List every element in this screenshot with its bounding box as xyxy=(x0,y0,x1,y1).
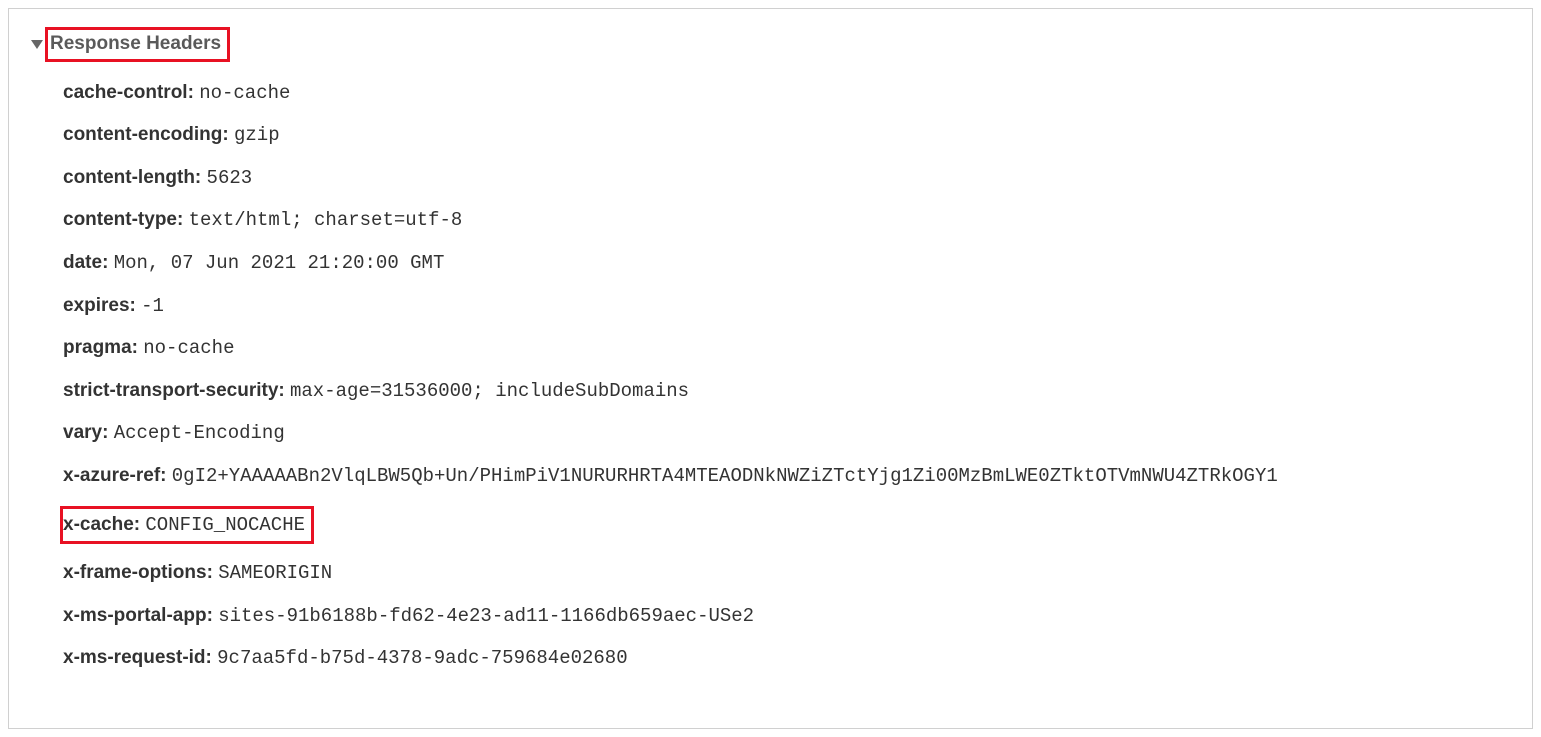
header-value: CONFIG_NOCACHE xyxy=(145,514,305,536)
header-row: x-ms-request-id: 9c7aa5fd-b75d-4378-9adc… xyxy=(63,645,1510,672)
header-name: x-cache: xyxy=(63,514,140,535)
header-row: x-cache: CONFIG_NOCACHE xyxy=(63,506,1510,545)
header-name: content-type: xyxy=(63,209,183,230)
header-row: x-azure-ref: 0gI2+YAAAAABn2VlqLBW5Qb+Un/… xyxy=(63,463,1510,490)
header-row: strict-transport-security: max-age=31536… xyxy=(63,378,1510,405)
response-headers-toggle[interactable]: Response Headers xyxy=(31,27,230,62)
header-value: no-cache xyxy=(143,337,234,359)
header-name: x-azure-ref: xyxy=(63,465,166,486)
header-row: x-frame-options: SAMEORIGIN xyxy=(63,560,1510,587)
header-row: cache-control: no-cache xyxy=(63,80,1510,107)
triangle-down-icon xyxy=(31,40,43,49)
header-value: 5623 xyxy=(207,167,253,189)
header-row: date: Mon, 07 Jun 2021 21:20:00 GMT xyxy=(63,250,1510,277)
header-name: content-length: xyxy=(63,167,201,188)
header-value: sites-91b6188b-fd62-4e23-ad11-1166db659a… xyxy=(218,605,754,627)
header-row: x-ms-portal-app: sites-91b6188b-fd62-4e2… xyxy=(63,603,1510,630)
header-name: x-frame-options: xyxy=(63,562,213,583)
header-value: max-age=31536000; includeSubDomains xyxy=(290,380,689,402)
header-row: content-type: text/html; charset=utf-8 xyxy=(63,207,1510,234)
highlight-box: x-cache: CONFIG_NOCACHE xyxy=(60,506,314,545)
header-row: content-length: 5623 xyxy=(63,165,1510,192)
header-row: pragma: no-cache xyxy=(63,335,1510,362)
header-value: 9c7aa5fd-b75d-4378-9adc-759684e02680 xyxy=(217,647,627,669)
header-name: vary: xyxy=(63,422,108,443)
response-headers-panel: Response Headers cache-control: no-cache… xyxy=(8,8,1533,729)
header-row: content-encoding: gzip xyxy=(63,122,1510,149)
header-name: strict-transport-security: xyxy=(63,380,285,401)
header-row: expires: -1 xyxy=(63,293,1510,320)
header-value: Accept-Encoding xyxy=(114,422,285,444)
header-name: expires: xyxy=(63,295,136,316)
header-value: text/html; charset=utf-8 xyxy=(189,209,463,231)
header-name: cache-control: xyxy=(63,82,194,103)
header-name: x-ms-portal-app: xyxy=(63,605,213,626)
header-name: x-ms-request-id: xyxy=(63,647,212,668)
header-list: cache-control: no-cache content-encoding:… xyxy=(31,80,1510,672)
header-value: gzip xyxy=(234,124,280,146)
header-name: date: xyxy=(63,252,108,273)
header-value: no-cache xyxy=(199,82,290,104)
header-row: vary: Accept-Encoding xyxy=(63,420,1510,447)
header-name: pragma: xyxy=(63,337,138,358)
header-value: Mon, 07 Jun 2021 21:20:00 GMT xyxy=(114,252,445,274)
header-value: -1 xyxy=(141,295,164,317)
header-value: 0gI2+YAAAAABn2VlqLBW5Qb+Un/PHimPiV1NURUR… xyxy=(172,465,1278,487)
section-title: Response Headers xyxy=(45,27,230,62)
header-name: content-encoding: xyxy=(63,124,229,145)
header-value: SAMEORIGIN xyxy=(218,562,332,584)
